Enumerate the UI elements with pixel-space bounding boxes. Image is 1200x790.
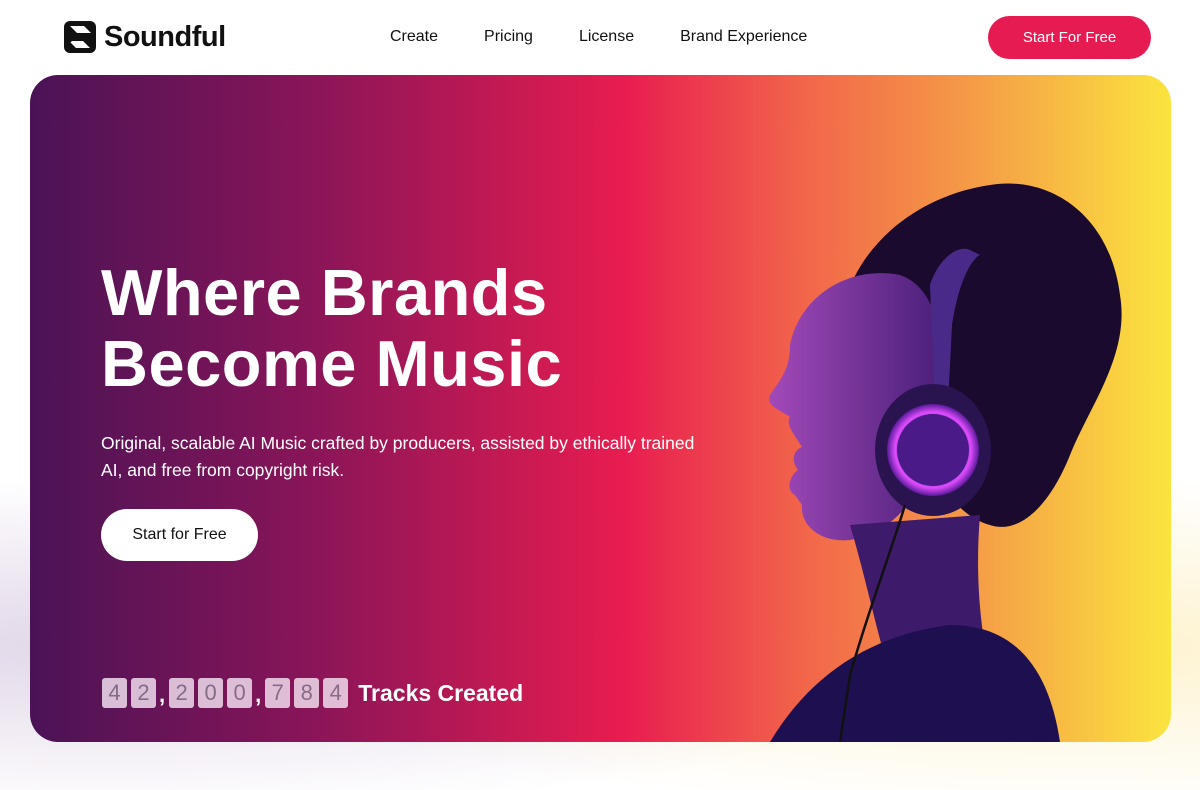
hero-banner: Where Brands Become Music Original, scal… — [30, 75, 1171, 742]
brand-name: Soundful — [104, 20, 226, 53]
soundful-logo-icon — [64, 21, 96, 53]
nav-link-create[interactable]: Create — [390, 26, 438, 48]
hero-title: Where Brands Become Music — [101, 257, 562, 399]
nav-link-pricing[interactable]: Pricing — [484, 26, 533, 48]
counter-digit: 8 — [294, 678, 320, 708]
top-navigation: Soundful Create Pricing License Brand Ex… — [0, 0, 1200, 75]
hero-start-for-free-button[interactable]: Start for Free — [101, 509, 258, 561]
counter-separator: , — [159, 682, 166, 707]
hero-title-line-1: Where Brands — [101, 256, 548, 329]
soundful-logo[interactable]: Soundful — [64, 20, 226, 54]
counter-digit: 2 — [131, 678, 156, 708]
counter-digit: 7 — [265, 678, 291, 708]
nav-link-license[interactable]: License — [579, 26, 634, 48]
woman-with-headphones-image — [690, 155, 1170, 742]
counter-digit: 4 — [323, 678, 349, 708]
nav-links: Create Pricing License Brand Experience — [390, 26, 853, 48]
tracks-created-label: Tracks Created — [358, 680, 524, 706]
start-for-free-button[interactable]: Start For Free — [988, 16, 1151, 59]
tracks-created-counter: 4 2 , 2 0 0 , 7 8 4 Tracks Created — [102, 676, 523, 708]
nav-link-brand-experience[interactable]: Brand Experience — [680, 26, 807, 48]
hero-subtitle: Original, scalable AI Music crafted by p… — [101, 433, 695, 480]
counter-digit: 2 — [169, 678, 195, 708]
counter-digit: 0 — [198, 678, 224, 708]
counter-separator: , — [255, 682, 262, 707]
counter-digit: 4 — [102, 678, 127, 708]
hero-title-line-2: Become Music — [101, 327, 563, 400]
counter-digit: 0 — [227, 678, 253, 708]
